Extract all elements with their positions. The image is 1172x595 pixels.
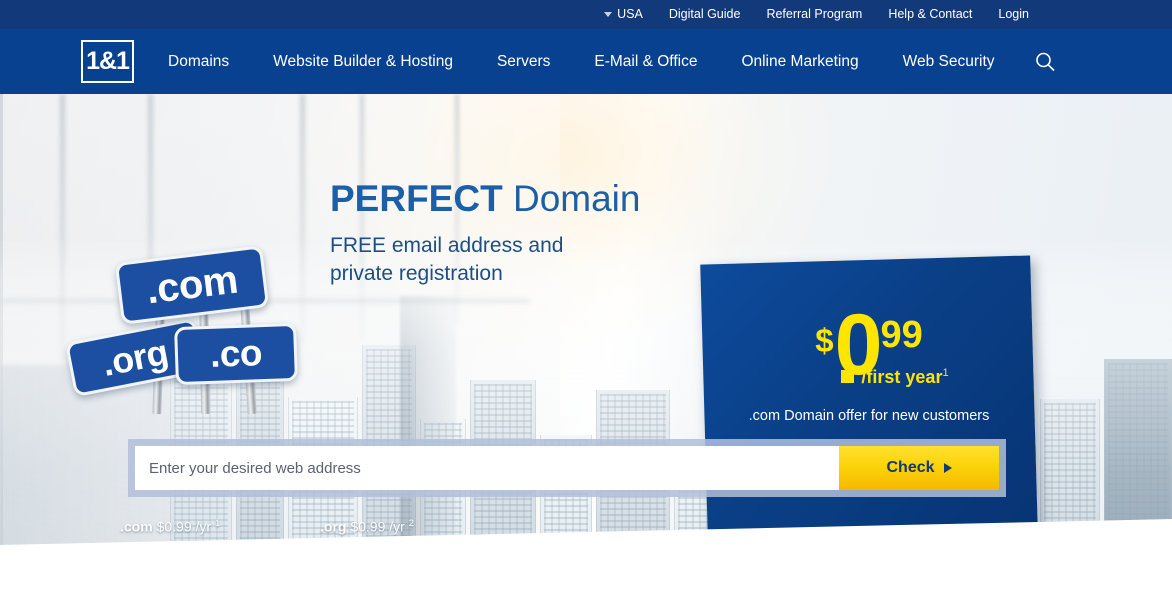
hero-headline-strong: PERFECT (330, 178, 503, 219)
utility-link-login[interactable]: Login (985, 0, 1042, 29)
nav-item-web-security[interactable]: Web Security (881, 29, 1017, 94)
price-period-footnote: 1 (942, 366, 949, 379)
chevron-down-icon (604, 12, 613, 17)
tld-footnote: 1 (214, 518, 221, 529)
nav-item-website-builder-hosting[interactable]: Website Builder & Hosting (251, 29, 475, 94)
nav-item-servers[interactable]: Servers (475, 29, 572, 94)
tld-price: $0.99 /yr (156, 518, 212, 535)
tld-footnote: 2 (408, 518, 415, 529)
utility-link-digital-guide[interactable]: Digital Guide (656, 0, 754, 29)
hero-subtitle-line1: FREE email address and (330, 233, 564, 257)
main-navigation: 1&1 Domains Website Builder & Hosting Se… (0, 29, 1172, 94)
arrow-right-icon (943, 463, 952, 473)
tld-name: .org (320, 518, 347, 535)
search-icon (1036, 52, 1055, 71)
tld-item-com: .com $0.99 /yr 1 (120, 518, 320, 535)
locale-label[interactable]: USA (617, 0, 656, 29)
hero-subtitle: FREE email address and private registrati… (330, 232, 710, 289)
brand-logo[interactable]: 1&1 (81, 40, 134, 83)
tld-name: .com (120, 518, 153, 535)
utility-bar: USA Digital Guide Referral Program Help … (0, 0, 1172, 29)
nav-items: Domains Website Builder & Hosting Server… (168, 29, 1017, 94)
brand-logo-text: 1&1 (86, 47, 130, 75)
nav-search-button[interactable] (1033, 29, 1057, 94)
price-currency: $ (815, 322, 834, 359)
sign-co: .co (174, 322, 298, 386)
locale-selector[interactable]: USA (598, 0, 656, 29)
price-cents: 99 (880, 314, 923, 356)
utility-link-help-contact[interactable]: Help & Contact (875, 0, 985, 29)
check-button-label: Check (886, 459, 935, 476)
hero-subtitle-line2: private registration (330, 262, 503, 286)
tld-price: $0.99 /yr (350, 518, 405, 535)
nav-item-online-marketing[interactable]: Online Marketing (719, 29, 880, 94)
domain-signs-graphic: .org .co .com (60, 144, 360, 415)
sign-org-label: .org (98, 330, 172, 384)
hero-banner: .org .co .com PERFECT Domain FREE email … (0, 94, 1172, 595)
sign-com-label: .com (143, 257, 240, 312)
search-input[interactable] (135, 446, 839, 490)
domain-search-bar: Check (128, 439, 1006, 497)
check-button[interactable]: Check (839, 446, 999, 490)
hero-headline: PERFECT Domain (330, 178, 710, 220)
price-figure: $ 0 99 (815, 297, 923, 393)
page-root: USA Digital Guide Referral Program Help … (0, 0, 1172, 595)
hero-headline-rest: Domain (502, 178, 641, 219)
utility-link-referral-program[interactable]: Referral Program (753, 0, 875, 29)
sign-co-label: .co (209, 332, 263, 375)
tld-item-org: .org $0.99 /yr 2 (320, 518, 520, 535)
hero-text-block: PERFECT Domain FREE email address and pri… (330, 178, 710, 289)
price-offer-text: .com Domain offer for new customers (748, 407, 990, 424)
nav-item-domains[interactable]: Domains (168, 29, 251, 94)
price-whole: 0 (834, 297, 880, 393)
nav-item-email-office[interactable]: E-Mail & Office (572, 29, 719, 94)
